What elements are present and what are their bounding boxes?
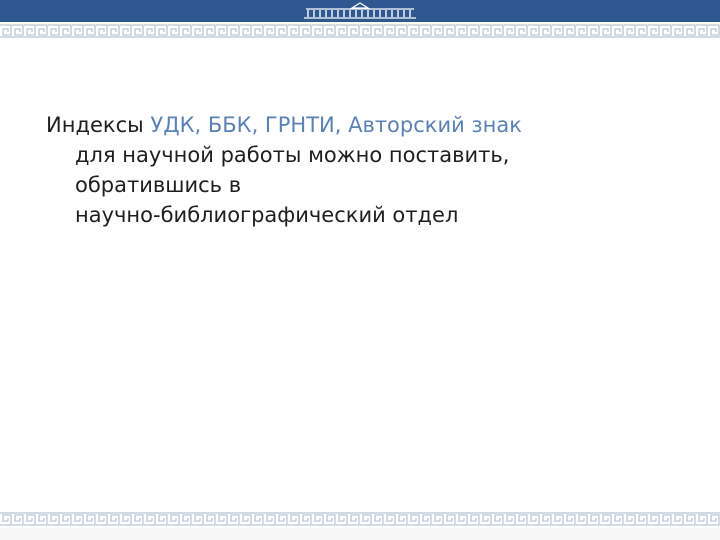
text-line-3: обратившись в xyxy=(75,173,242,197)
lead-word: Индексы xyxy=(46,113,144,137)
footer-strip xyxy=(0,528,720,540)
text-line-4: научно-библиографический отдел xyxy=(75,203,459,227)
highlighted-indexes: УДК, ББК, ГРНТИ, Авторский знак xyxy=(150,113,522,137)
header-bar xyxy=(0,0,720,22)
greek-key-border-bottom xyxy=(0,512,720,526)
slide-body-text: Индексы УДК, ББК, ГРНТИ, Авторский знак … xyxy=(46,110,686,230)
greek-key-border-top xyxy=(0,24,720,38)
text-line-1: Индексы УДК, ББК, ГРНТИ, Авторский знак xyxy=(46,110,686,140)
building-colonnade-icon xyxy=(304,2,416,19)
text-line-2: для научной работы можно поставить, xyxy=(75,143,510,167)
